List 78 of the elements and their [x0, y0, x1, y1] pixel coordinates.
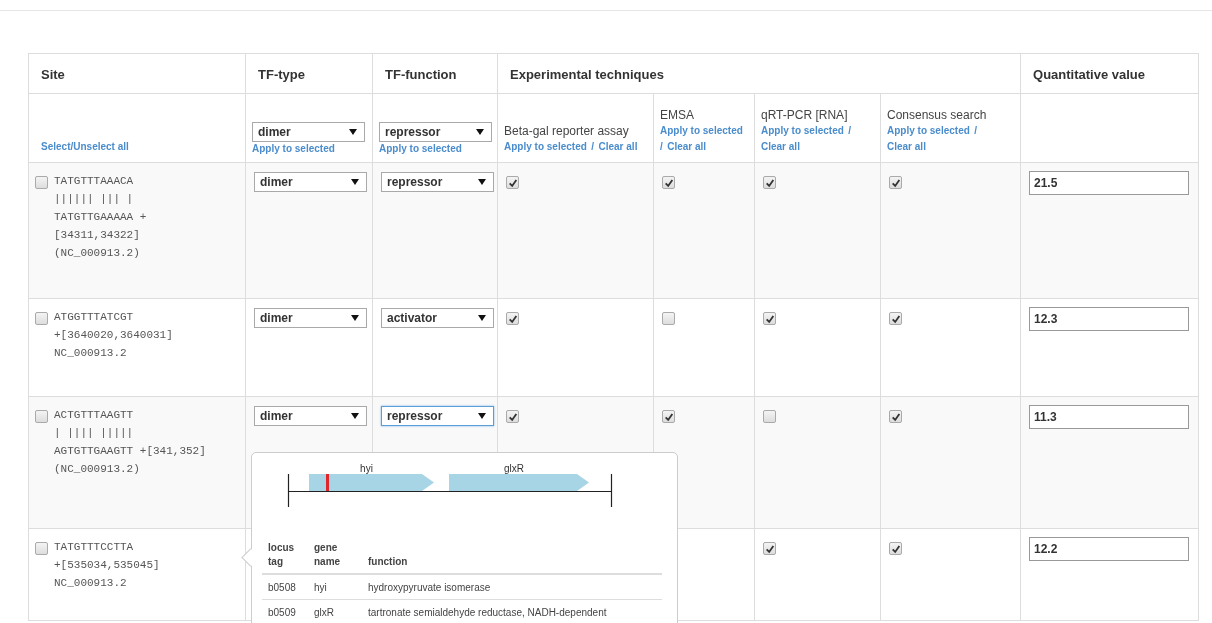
site-sequence: TATGTTTCCTTA +[535034,535045] NC_000913.2: [54, 540, 160, 591]
separator: /: [974, 125, 978, 136]
clear-link[interactable]: Clear all: [667, 141, 707, 152]
column-header: TF-type: [258, 66, 305, 82]
checkbox[interactable]: [662, 176, 675, 189]
column-header: Site: [41, 66, 65, 82]
checkbox[interactable]: [506, 176, 519, 189]
value-field[interactable]: 12.2: [1029, 537, 1189, 561]
separator: /: [660, 141, 663, 152]
checkbox[interactable]: [35, 410, 48, 423]
table-cell: glxR: [314, 607, 334, 618]
clear-link[interactable]: Clear all: [761, 141, 800, 152]
checkbox[interactable]: [763, 312, 776, 325]
apply-link[interactable]: Apply to selected: [761, 125, 844, 136]
column-header: gene name: [314, 542, 341, 567]
clear-link[interactable]: Clear all: [598, 141, 638, 152]
apply-link[interactable]: Apply to selected: [660, 125, 743, 136]
apply-link[interactable]: Apply to selected: [504, 141, 587, 152]
apply-link[interactable]: Apply to selected: [379, 143, 490, 154]
dropdown[interactable]: repressor: [381, 406, 494, 426]
select-all-link[interactable]: Select/Unselect all: [41, 141, 129, 152]
dropdown[interactable]: dimer: [254, 406, 367, 426]
caret-icon: [349, 129, 357, 135]
value-field[interactable]: 12.3: [1029, 307, 1189, 331]
checkbox[interactable]: [889, 176, 902, 189]
binding-site-mark: [326, 474, 329, 492]
checkbox[interactable]: [35, 542, 48, 555]
separator: /: [591, 141, 595, 152]
dropdown[interactable]: dimer: [254, 308, 367, 328]
technique-name: Consensus search: [887, 108, 987, 122]
site-sequence: ACTGTTTAAGTT | |||| ||||| AGTGTTGAAGTT +[341,352] (NC_000913.2): [54, 408, 206, 477]
dropdown[interactable]: dimer: [254, 172, 367, 192]
table-cell: hyi: [314, 582, 327, 593]
checkbox[interactable]: [662, 410, 675, 423]
caret-icon: [478, 315, 486, 321]
caret-icon: [351, 413, 359, 419]
checkbox[interactable]: [889, 410, 902, 423]
technique-name: qRT-PCR [RNA]: [761, 108, 848, 122]
column-header: function: [368, 556, 408, 567]
technique-name: EMSA: [660, 108, 694, 122]
checkbox[interactable]: [506, 410, 519, 423]
apply-link[interactable]: Apply to selected: [252, 143, 365, 154]
checkbox[interactable]: [763, 410, 776, 423]
dropdown[interactable]: activator: [381, 308, 494, 328]
checkbox[interactable]: [35, 312, 48, 325]
column-header: Experimental techniques: [510, 66, 664, 82]
gene-label: hyi: [360, 463, 373, 474]
clear-link[interactable]: Clear all: [887, 141, 926, 152]
value-field[interactable]: 11.3: [1029, 405, 1189, 429]
checkbox[interactable]: [889, 312, 902, 325]
table-cell: hydroxypyruvate isomerase: [368, 582, 491, 593]
apply-link[interactable]: Apply to selected: [887, 125, 970, 136]
column-header: Quantitative value: [1033, 66, 1145, 82]
caret-icon: [478, 179, 486, 185]
caret-icon: [478, 413, 486, 419]
caret-icon: [476, 129, 484, 135]
table-cell: b0509: [268, 607, 296, 618]
column-header: locus tag: [268, 542, 295, 567]
dropdown[interactable]: repressor: [381, 172, 494, 192]
checkbox[interactable]: [506, 312, 519, 325]
dropdown[interactable]: repressor: [379, 122, 492, 142]
gene-label: glxR: [504, 463, 524, 474]
technique-name: Beta-gal reporter assay: [504, 124, 629, 138]
checkbox[interactable]: [889, 542, 902, 555]
checkbox[interactable]: [35, 176, 48, 189]
value-field[interactable]: 21.5: [1029, 171, 1189, 195]
checkbox[interactable]: [763, 542, 776, 555]
caret-icon: [351, 315, 359, 321]
checkbox[interactable]: [763, 176, 776, 189]
table-cell: tartronate semialdehyde reductase, NADH-dependent: [368, 607, 607, 618]
separator: /: [848, 125, 852, 136]
site-sequence: ATGGTTTATCGT +[3640020,3640031] NC_000913.2: [54, 310, 173, 361]
table-cell: b0508: [268, 582, 296, 593]
dropdown[interactable]: dimer: [252, 122, 365, 142]
caret-icon: [351, 179, 359, 185]
column-header: TF-function: [385, 66, 457, 82]
site-sequence: TATGTTTAAACA |||||| ||| | TATGTTGAAAAA + [34311,34322] (NC_000913.2): [54, 174, 147, 261]
checkbox[interactable]: [662, 312, 675, 325]
